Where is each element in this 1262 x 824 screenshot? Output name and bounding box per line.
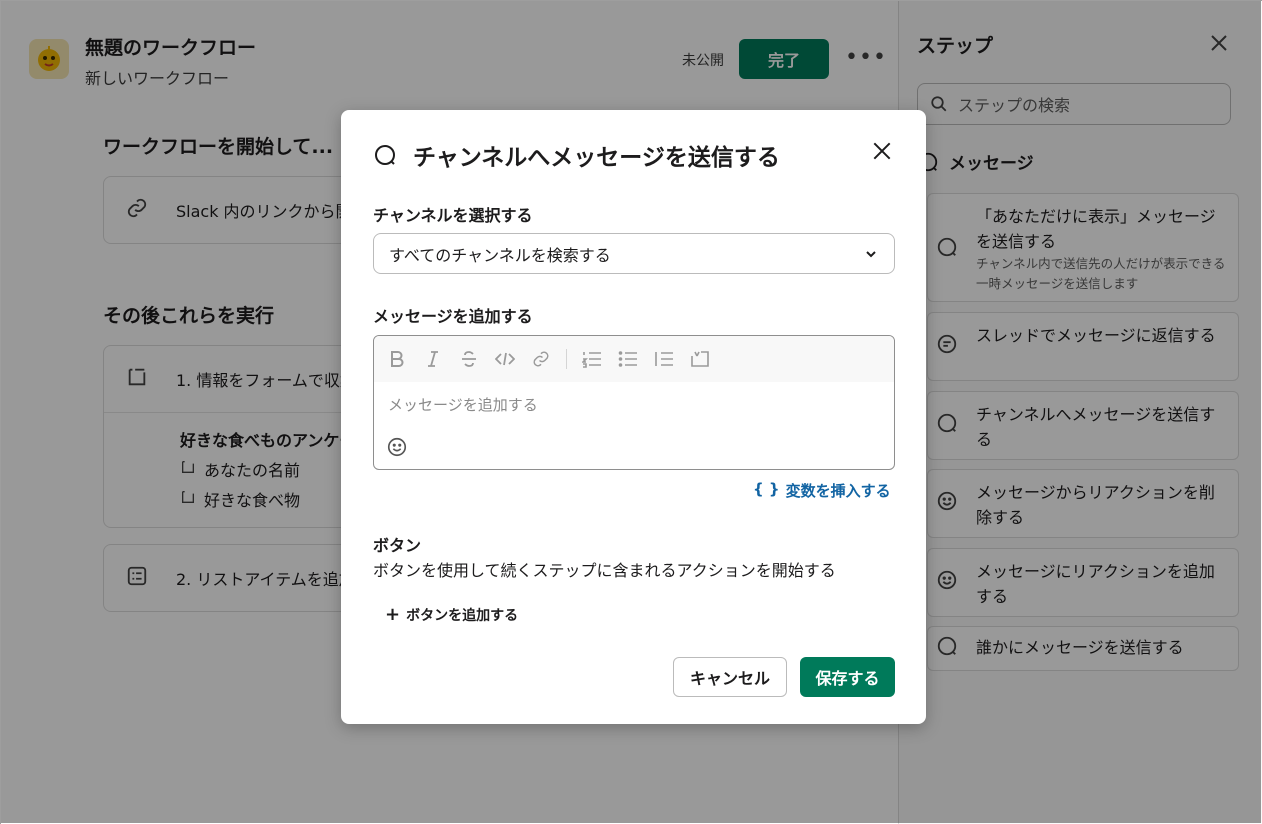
italic-icon[interactable] [422,348,444,370]
strikethrough-icon[interactable] [458,348,480,370]
link-icon[interactable] [530,348,552,370]
message-editor[interactable]: メッセージを追加する [373,335,895,470]
modal-header: チャンネルへメッセージを送信する [373,138,780,172]
add-button-link[interactable]: + ボタンを追加する [385,604,518,625]
close-icon[interactable] [871,140,893,166]
channel-label: チャンネルを選択する [373,206,533,225]
message-placeholder: メッセージを追加する [388,396,538,414]
toolbar-divider [566,349,567,369]
message-icon [375,145,395,165]
insert-variable-link[interactable]: { } 変数を挿入する [753,480,891,501]
bold-icon[interactable] [386,348,408,370]
channel-select[interactable]: すべてのチャンネルを検索する [373,233,895,274]
insert-variable-label: 変数を挿入する [785,482,891,500]
quote-icon[interactable] [653,348,675,370]
code-icon[interactable] [494,348,516,370]
cancel-button[interactable]: キャンセル [673,657,787,697]
variable-icon: { } [753,480,780,498]
formatting-toolbar [374,336,894,382]
code-block-icon[interactable] [689,348,711,370]
channel-select-value: すべてのチャンネルを検索する [389,245,611,265]
message-label: メッセージを追加する [373,307,533,326]
chevron-down-icon [866,250,876,257]
bullet-list-icon[interactable] [617,348,639,370]
buttons-section-description: ボタンを使用して続くステップに含まれるアクションを開始する [373,561,836,580]
modal-title: チャンネルへメッセージを送信する [413,145,780,171]
workflow-builder: 無題のワークフロー 新しいワークフロー 未公開 完了 ••• ワークフローを開始… [0,0,1262,824]
save-button[interactable]: 保存する [800,657,895,697]
buttons-section-title: ボタン [373,536,422,555]
plus-icon: + [385,604,401,625]
add-button-label: ボタンを追加する [406,607,519,624]
emoji-icon[interactable] [386,436,408,462]
send-message-modal: チャンネルへメッセージを送信する チャンネルを選択する すべてのチャンネルを検索… [341,110,926,724]
ordered-list-icon[interactable] [581,348,603,370]
